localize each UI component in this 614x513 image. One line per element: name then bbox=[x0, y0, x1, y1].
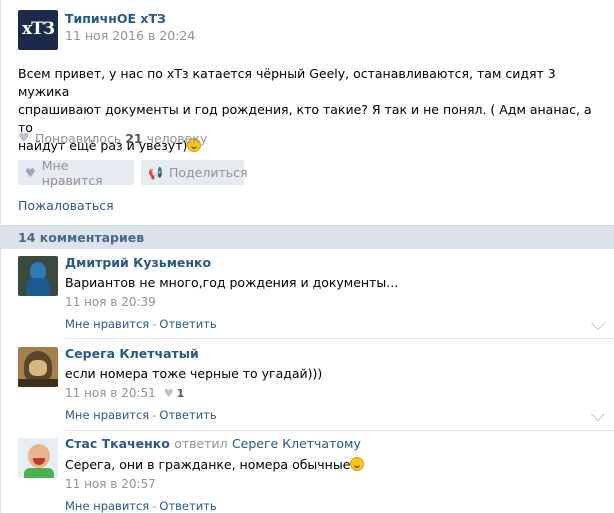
share-button-label: Поделиться bbox=[168, 165, 248, 180]
chevron-down-icon[interactable] bbox=[590, 406, 606, 422]
comment-divider bbox=[65, 338, 614, 339]
like-button[interactable]: ♥ Мне нравится bbox=[18, 157, 134, 188]
comment-item: Стас Ткаченко ответил Сереге Клетчатому … bbox=[1, 431, 614, 513]
likes-suffix: человеку bbox=[146, 131, 208, 146]
comment-reply-link[interactable]: Ответить bbox=[159, 408, 216, 422]
comment-item: Дмитрий Кузьменко Вариантов не много,год… bbox=[1, 249, 614, 341]
comment-author[interactable]: Дмитрий Кузьменко bbox=[65, 255, 211, 270]
reply-verb: ответил bbox=[174, 436, 228, 451]
smile-emoji-icon bbox=[350, 457, 365, 471]
comment-date-text: 11 ноя в 20:39 bbox=[65, 295, 156, 309]
post-author-name[interactable]: ТипичнОЕ хТЗ bbox=[65, 11, 166, 26]
like-button-label: Мне нравится bbox=[41, 157, 103, 188]
heart-icon: ♥ bbox=[163, 386, 174, 400]
wall-post: хТЗ ТипичнОЕ хТЗ 11 ноя 2016 в 20:24 Все… bbox=[0, 0, 614, 513]
comment-date[interactable]: 11 ноя в 20:51 ♥ 1 bbox=[65, 386, 184, 400]
comment-like-link[interactable]: Мне нравится bbox=[65, 499, 149, 513]
comment-author[interactable]: Стас Ткаченко bbox=[65, 436, 170, 451]
share-button[interactable]: 📢 Поделиться bbox=[141, 160, 248, 185]
comment-actions: Мне нравится - Ответить bbox=[65, 317, 217, 331]
complain-link[interactable]: Пожаловаться bbox=[18, 198, 114, 213]
megaphone-icon: 📢 bbox=[148, 165, 163, 180]
comments-count: 14 комментариев bbox=[18, 230, 145, 245]
heart-icon: ♥ bbox=[18, 131, 30, 146]
comment-date-text: 11 ноя в 20:57 bbox=[65, 477, 156, 491]
comment-text-row: Серега, они в гражданке, номера обычные bbox=[65, 457, 365, 472]
separator: - bbox=[152, 408, 157, 422]
comment-avatar[interactable] bbox=[18, 256, 58, 296]
likes-count: 21 bbox=[125, 131, 143, 146]
comment-date-text: 11 ноя в 20:51 bbox=[65, 386, 156, 400]
comments-header[interactable]: 14 комментариев bbox=[1, 225, 614, 249]
comment-like-link[interactable]: Мне нравится bbox=[65, 317, 149, 331]
comment-avatar[interactable] bbox=[18, 347, 58, 387]
comment-like-link[interactable]: Мне нравится bbox=[65, 408, 149, 422]
comment-author[interactable]: Серега Клетчатый bbox=[65, 346, 199, 361]
post-date[interactable]: 11 ноя 2016 в 20:24 bbox=[65, 28, 195, 43]
likes-prefix: Понравилось bbox=[35, 131, 122, 146]
comment-reply-link[interactable]: Ответить bbox=[159, 317, 216, 331]
comment-text: Вариантов не много,год рождения и докуме… bbox=[65, 275, 399, 290]
comment-actions: Мне нравится - Ответить bbox=[65, 499, 217, 513]
reply-to-link[interactable]: Сереге Клетчатому bbox=[232, 436, 361, 451]
post-text-line: Всем привет, у нас по хТз катается чёрны… bbox=[18, 66, 556, 99]
author-avatar[interactable]: хТЗ bbox=[18, 10, 58, 50]
avatar-logo-text: хТЗ bbox=[21, 19, 55, 39]
comment-text: если номера тоже черные то угадай))) bbox=[65, 366, 323, 381]
heart-icon: ♥ bbox=[25, 165, 36, 180]
comment-like-count: 1 bbox=[176, 386, 185, 400]
comment-date[interactable]: 11 ноя в 20:39 bbox=[65, 295, 156, 309]
separator: - bbox=[152, 317, 157, 331]
chevron-down-icon[interactable] bbox=[590, 315, 606, 331]
comment-item: Серега Клетчатый если номера тоже черные… bbox=[1, 340, 614, 432]
separator: - bbox=[152, 499, 157, 513]
comment-actions: Мне нравится - Ответить bbox=[65, 408, 217, 422]
comment-date[interactable]: 11 ноя в 20:57 bbox=[65, 477, 156, 491]
comment-avatar[interactable] bbox=[18, 438, 58, 478]
comment-author-line: Стас Ткаченко ответил Сереге Клетчатому bbox=[65, 436, 361, 451]
likes-summary[interactable]: ♥ Понравилось 21 человеку bbox=[18, 131, 207, 146]
comment-text: Серега, они в гражданке, номера обычные bbox=[65, 457, 351, 472]
comment-reply-link[interactable]: Ответить bbox=[159, 499, 216, 513]
